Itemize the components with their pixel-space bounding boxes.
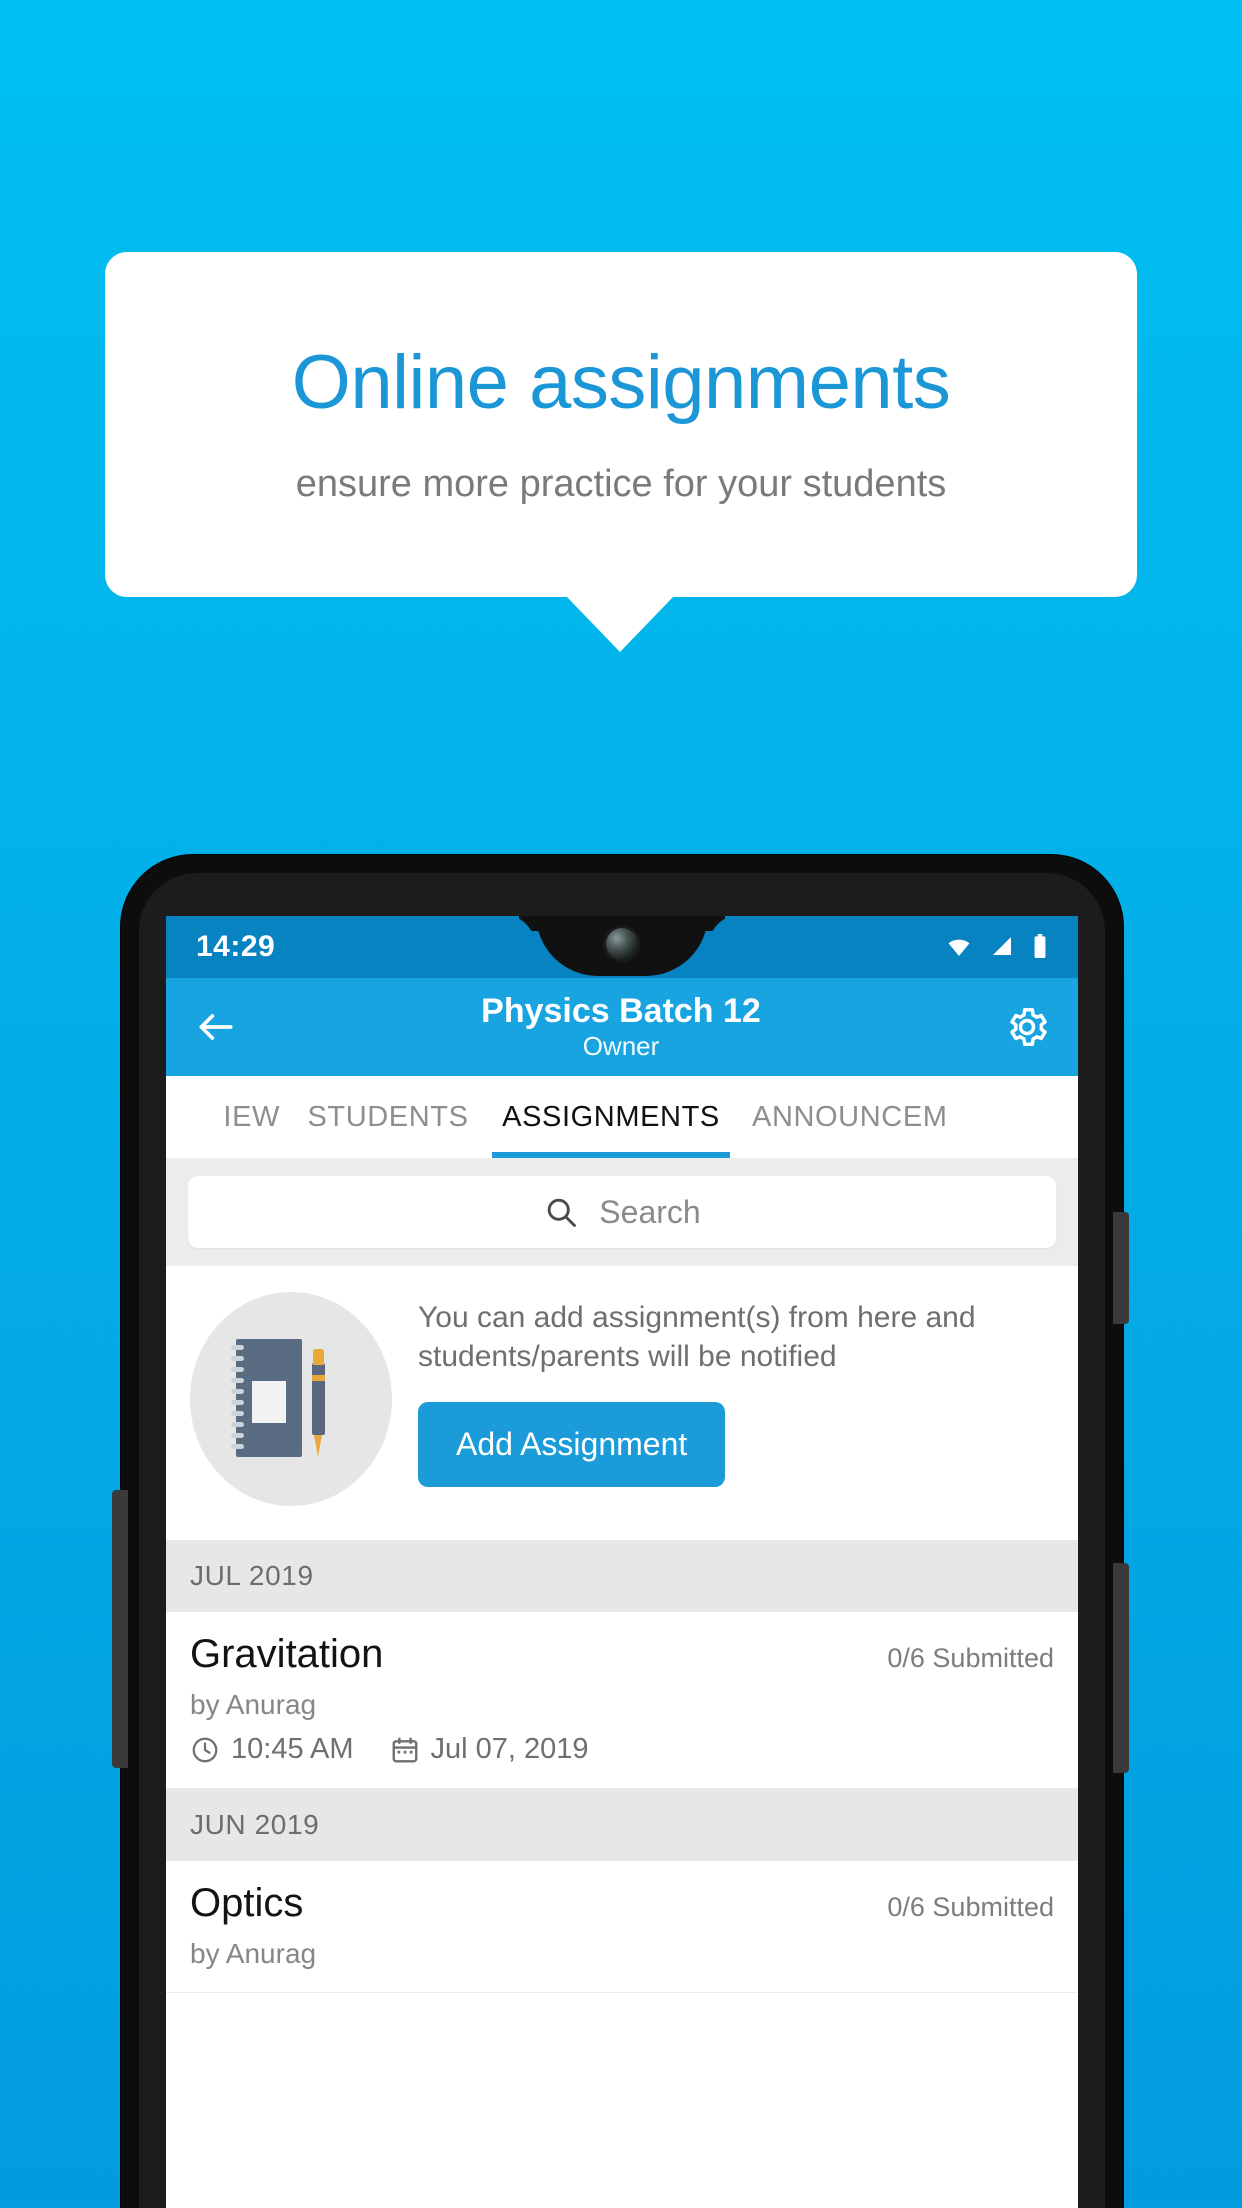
phone-power-button[interactable] xyxy=(1113,1212,1129,1324)
status-bar: 14:29 xyxy=(166,916,1078,978)
promo-title: Online assignments xyxy=(291,340,951,426)
phone-side-button[interactable] xyxy=(1113,1563,1129,1773)
promo-card: Online assignments ensure more practice … xyxy=(105,252,1137,597)
assignment-title: Optics xyxy=(190,1881,304,1925)
table-row[interactable]: Optics 0/6 Submitted by Anurag xyxy=(166,1861,1078,1993)
status-bar-icons xyxy=(944,934,1048,960)
wifi-icon xyxy=(944,935,974,959)
back-arrow-icon[interactable] xyxy=(194,1005,238,1049)
assignment-row-top: Gravitation 0/6 Submitted xyxy=(190,1632,1054,1677)
phone-volume-button[interactable] xyxy=(112,1490,128,1768)
page-title: Physics Batch 12 xyxy=(481,992,761,1031)
table-row[interactable]: Gravitation 0/6 Submitted by Anurag 10:4… xyxy=(166,1612,1078,1789)
empty-state-content: You can add assignment(s) from here and … xyxy=(418,1292,1054,1487)
assignment-row-top: Optics 0/6 Submitted xyxy=(190,1881,1054,1926)
clock-icon xyxy=(190,1735,220,1765)
tab-assignments[interactable]: ASSIGNMENTS xyxy=(492,1076,730,1158)
assignment-submitted-count: 0/6 Submitted xyxy=(887,1892,1054,1922)
assignment-date: Jul 07, 2019 xyxy=(430,1733,589,1765)
search-placeholder-text: Search xyxy=(599,1193,701,1230)
promo-subtitle: ensure more practice for your students xyxy=(295,462,947,505)
pen-icon xyxy=(312,1349,325,1457)
tab-overview[interactable]: IEW xyxy=(166,1076,284,1158)
assignment-author: by Anurag xyxy=(190,1938,317,1969)
notebook-icon xyxy=(231,1339,302,1457)
assignment-submitted-count: 0/6 Submitted xyxy=(887,1643,1054,1673)
status-bar-time: 14:29 xyxy=(196,930,276,963)
cellular-signal-icon xyxy=(990,935,1016,959)
app-bar-title-block: Physics Batch 12 Owner xyxy=(238,992,1004,1061)
promo-card-tail xyxy=(566,596,674,652)
assignment-time: 10:45 AM xyxy=(231,1733,354,1765)
month-header-jul: JUL 2019 xyxy=(166,1540,1078,1612)
tab-announcements[interactable]: ANNOUNCEM xyxy=(730,1076,1078,1158)
search-icon xyxy=(543,1194,579,1230)
notebook-label xyxy=(252,1381,286,1423)
empty-state-panel: You can add assignment(s) from here and … xyxy=(166,1266,1078,1540)
empty-state-message: You can add assignment(s) from here and … xyxy=(418,1301,976,1373)
search-bar-container: Search xyxy=(166,1158,1078,1266)
app-bar: Physics Batch 12 Owner xyxy=(166,978,1078,1076)
notebook-and-pen-illustration xyxy=(190,1292,392,1506)
tab-bar[interactable]: IEW STUDENTS ASSIGNMENTS ANNOUNCEM xyxy=(166,1076,1078,1158)
page-subtitle: Owner xyxy=(582,1030,660,1061)
gear-icon[interactable] xyxy=(1004,1004,1050,1050)
search-input[interactable]: Search xyxy=(188,1176,1056,1248)
assignment-title: Gravitation xyxy=(190,1632,384,1676)
phone-notch xyxy=(536,916,708,976)
add-assignment-button[interactable]: Add Assignment xyxy=(418,1402,726,1487)
month-header-jun: JUN 2019 xyxy=(166,1789,1078,1861)
tab-students[interactable]: STUDENTS xyxy=(284,1076,492,1158)
calendar-icon xyxy=(390,1735,420,1765)
assignment-meta: 10:45 AM Jul 07, 2019 xyxy=(190,1733,1054,1766)
assignment-author: by Anurag xyxy=(190,1689,317,1720)
phone-screen: 14:29 Physics Batch 12 Owner IEW STUDENT… xyxy=(166,916,1078,2208)
battery-icon xyxy=(1032,934,1048,960)
front-camera-icon xyxy=(606,928,638,960)
